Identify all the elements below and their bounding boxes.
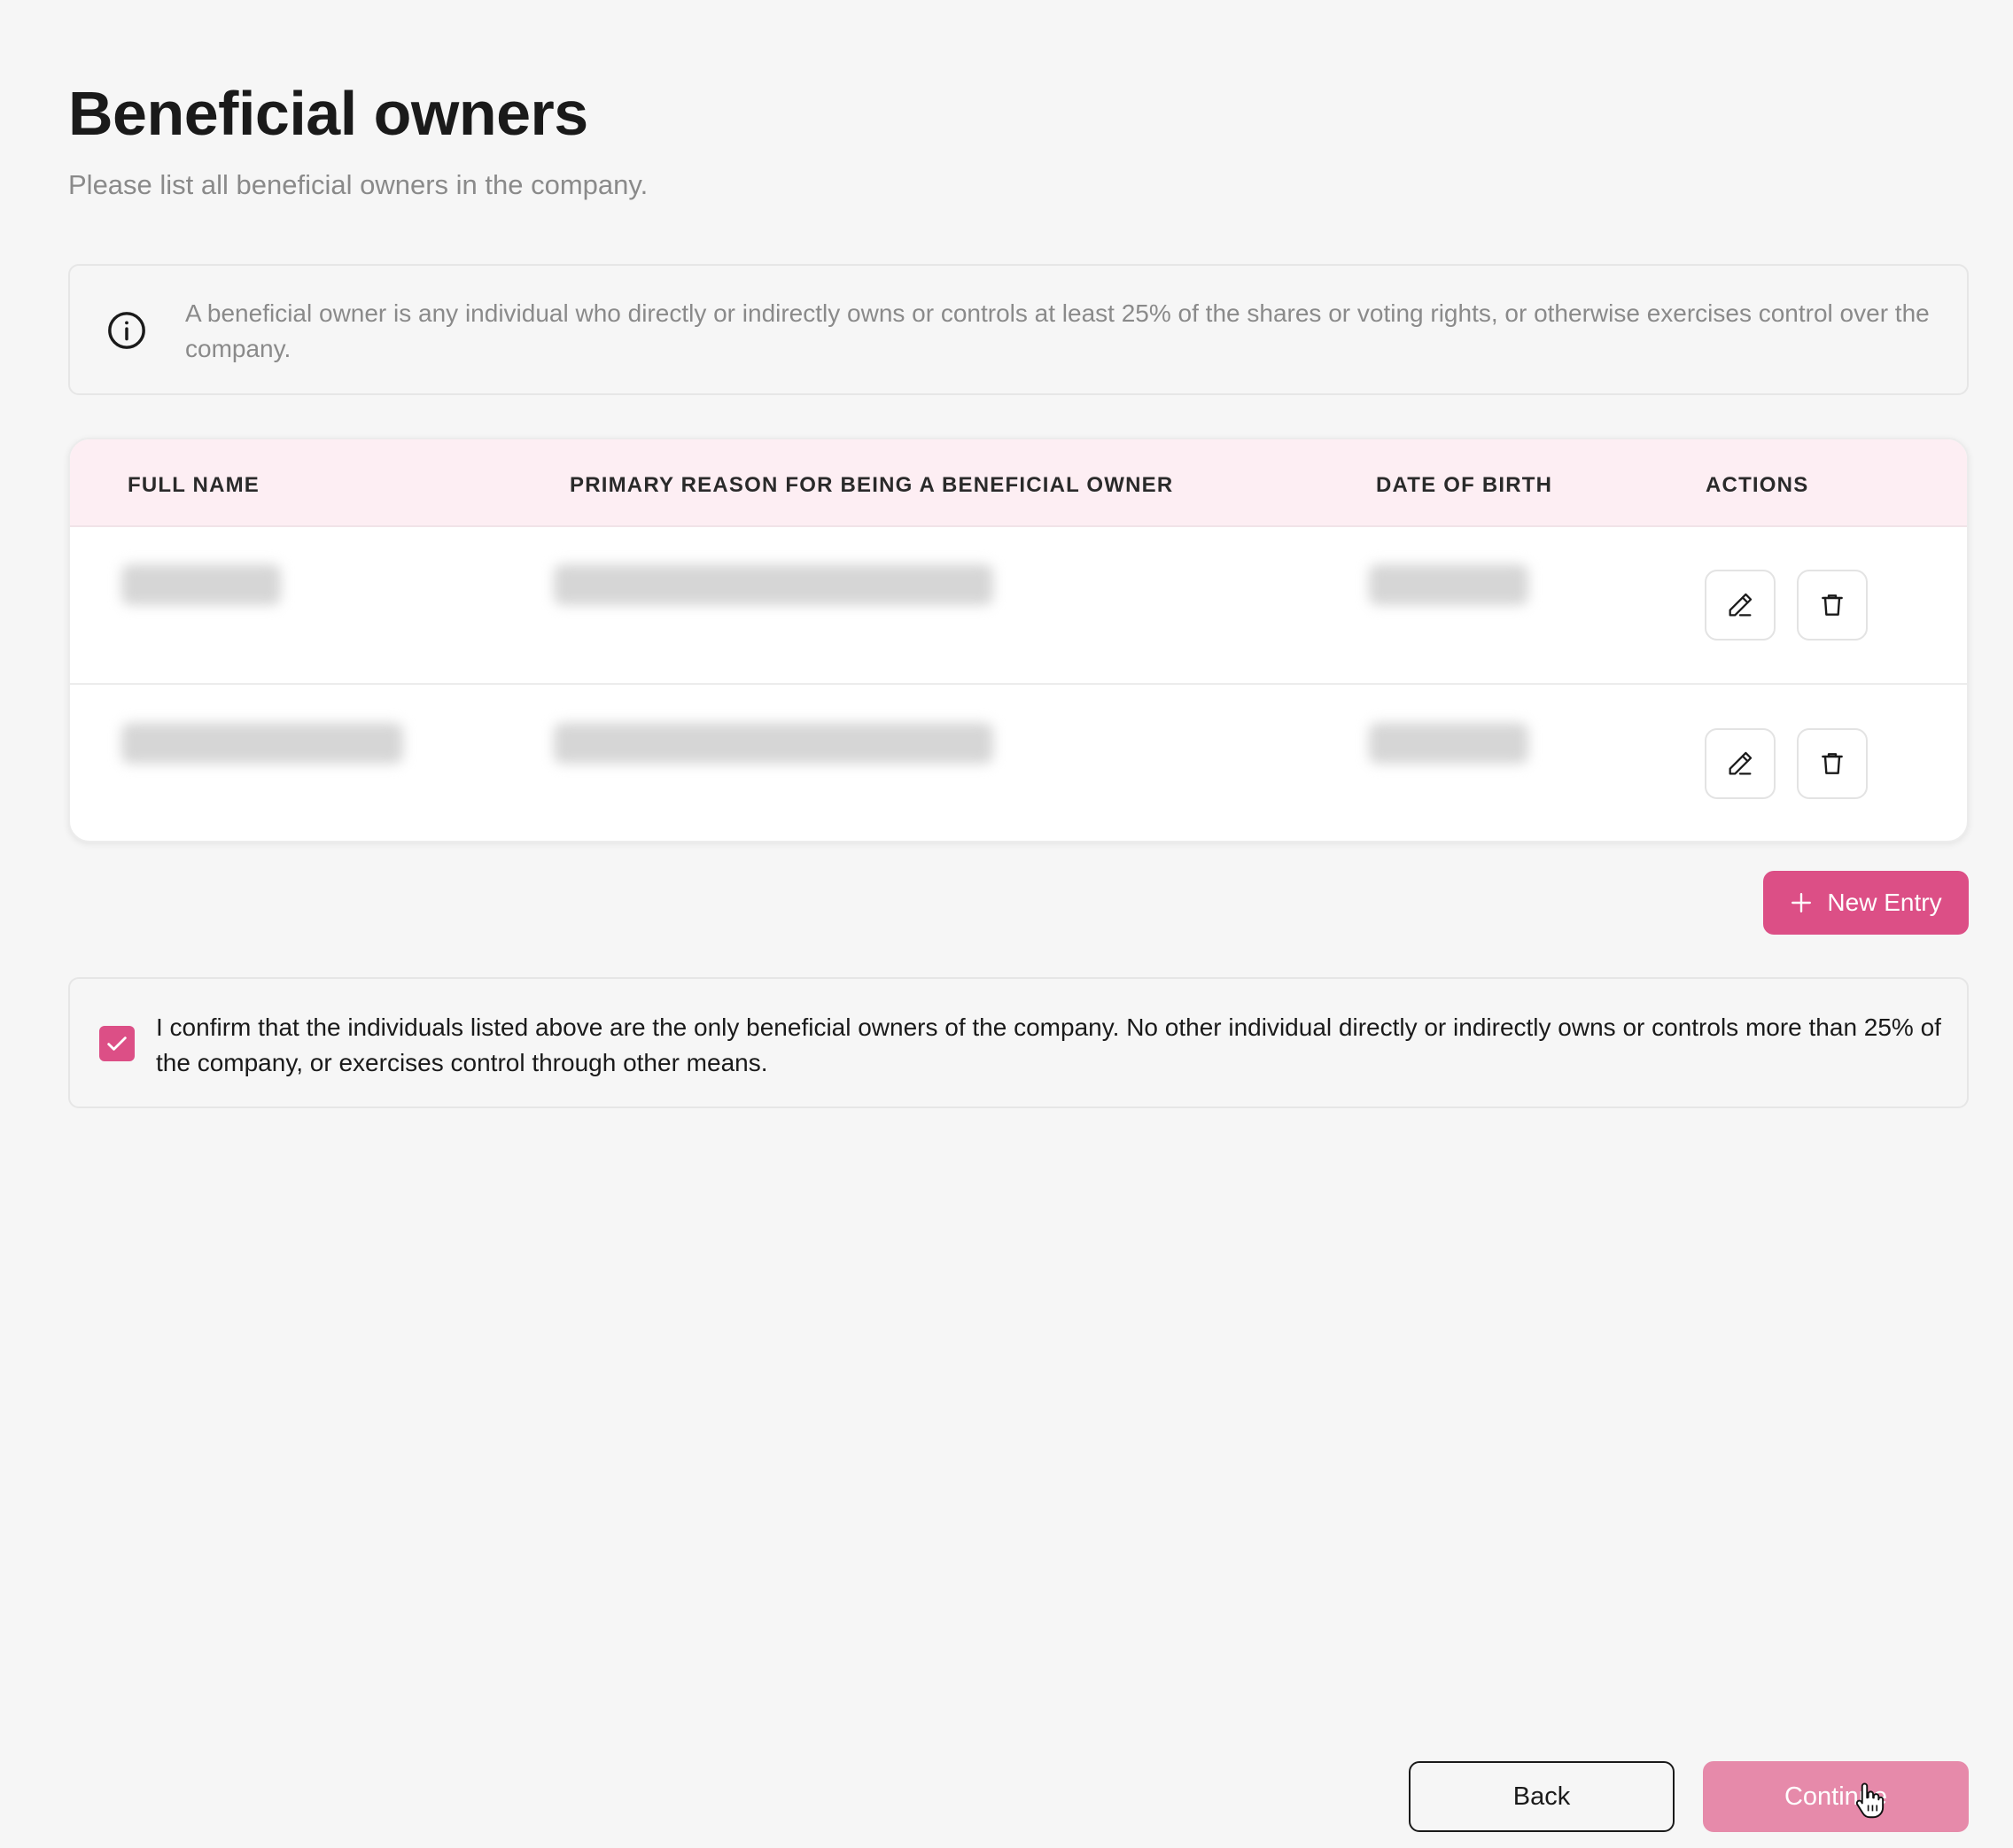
hand-pointer-cursor-icon <box>1855 1782 1885 1819</box>
redacted-date-of-birth <box>1369 723 1528 764</box>
delete-button[interactable] <box>1797 570 1868 641</box>
beneficial-owners-table: FULL NAME PRIMARY REASON FOR BEING A BEN… <box>68 438 1969 842</box>
column-header-primary-reason: PRIMARY REASON FOR BEING A BENEFICIAL OW… <box>570 473 1174 497</box>
edit-button[interactable] <box>1705 570 1776 641</box>
beneficial-owners-page: Beneficial owners Please list all benefi… <box>0 0 2013 1848</box>
back-button[interactable]: Back <box>1409 1761 1675 1832</box>
trash-icon <box>1822 594 1843 616</box>
edit-button[interactable] <box>1705 728 1776 799</box>
pencil-icon <box>1729 593 1753 617</box>
column-header-full-name: FULL NAME <box>128 473 260 497</box>
redacted-full-name <box>121 723 403 764</box>
redacted-date-of-birth <box>1369 564 1528 605</box>
confirmation-checkbox[interactable] <box>99 1026 135 1061</box>
info-text: A beneficial owner is any individual who… <box>185 299 1930 362</box>
redacted-full-name <box>121 564 281 605</box>
table-row <box>70 527 1967 685</box>
table-row <box>70 686 1967 841</box>
trash-icon <box>1822 753 1843 774</box>
info-circle-icon <box>108 312 145 349</box>
info-callout: A beneficial owner is any individual who… <box>68 264 1969 395</box>
redacted-primary-reason <box>554 564 993 605</box>
confirmation-text: I confirm that the individuals listed ab… <box>156 1013 1941 1076</box>
redacted-primary-reason <box>554 723 993 764</box>
new-entry-button[interactable]: New Entry <box>1763 871 1969 935</box>
confirmation-box: I confirm that the individuals listed ab… <box>68 977 1969 1108</box>
column-header-date-of-birth: DATE OF BIRTH <box>1376 473 1553 497</box>
page-title: Beneficial owners <box>68 79 588 148</box>
pencil-icon <box>1729 751 1753 775</box>
column-header-actions: ACTIONS <box>1706 473 1809 497</box>
table-header: FULL NAME PRIMARY REASON FOR BEING A BEN… <box>70 439 1967 527</box>
plus-icon <box>1791 893 1812 912</box>
new-entry-label: New Entry <box>1827 889 1942 916</box>
checkmark-icon <box>107 1037 127 1051</box>
continue-button[interactable]: Continue <box>1703 1761 1969 1832</box>
page-subtitle: Please list all beneficial owners in the… <box>68 169 649 200</box>
delete-button[interactable] <box>1797 728 1868 799</box>
